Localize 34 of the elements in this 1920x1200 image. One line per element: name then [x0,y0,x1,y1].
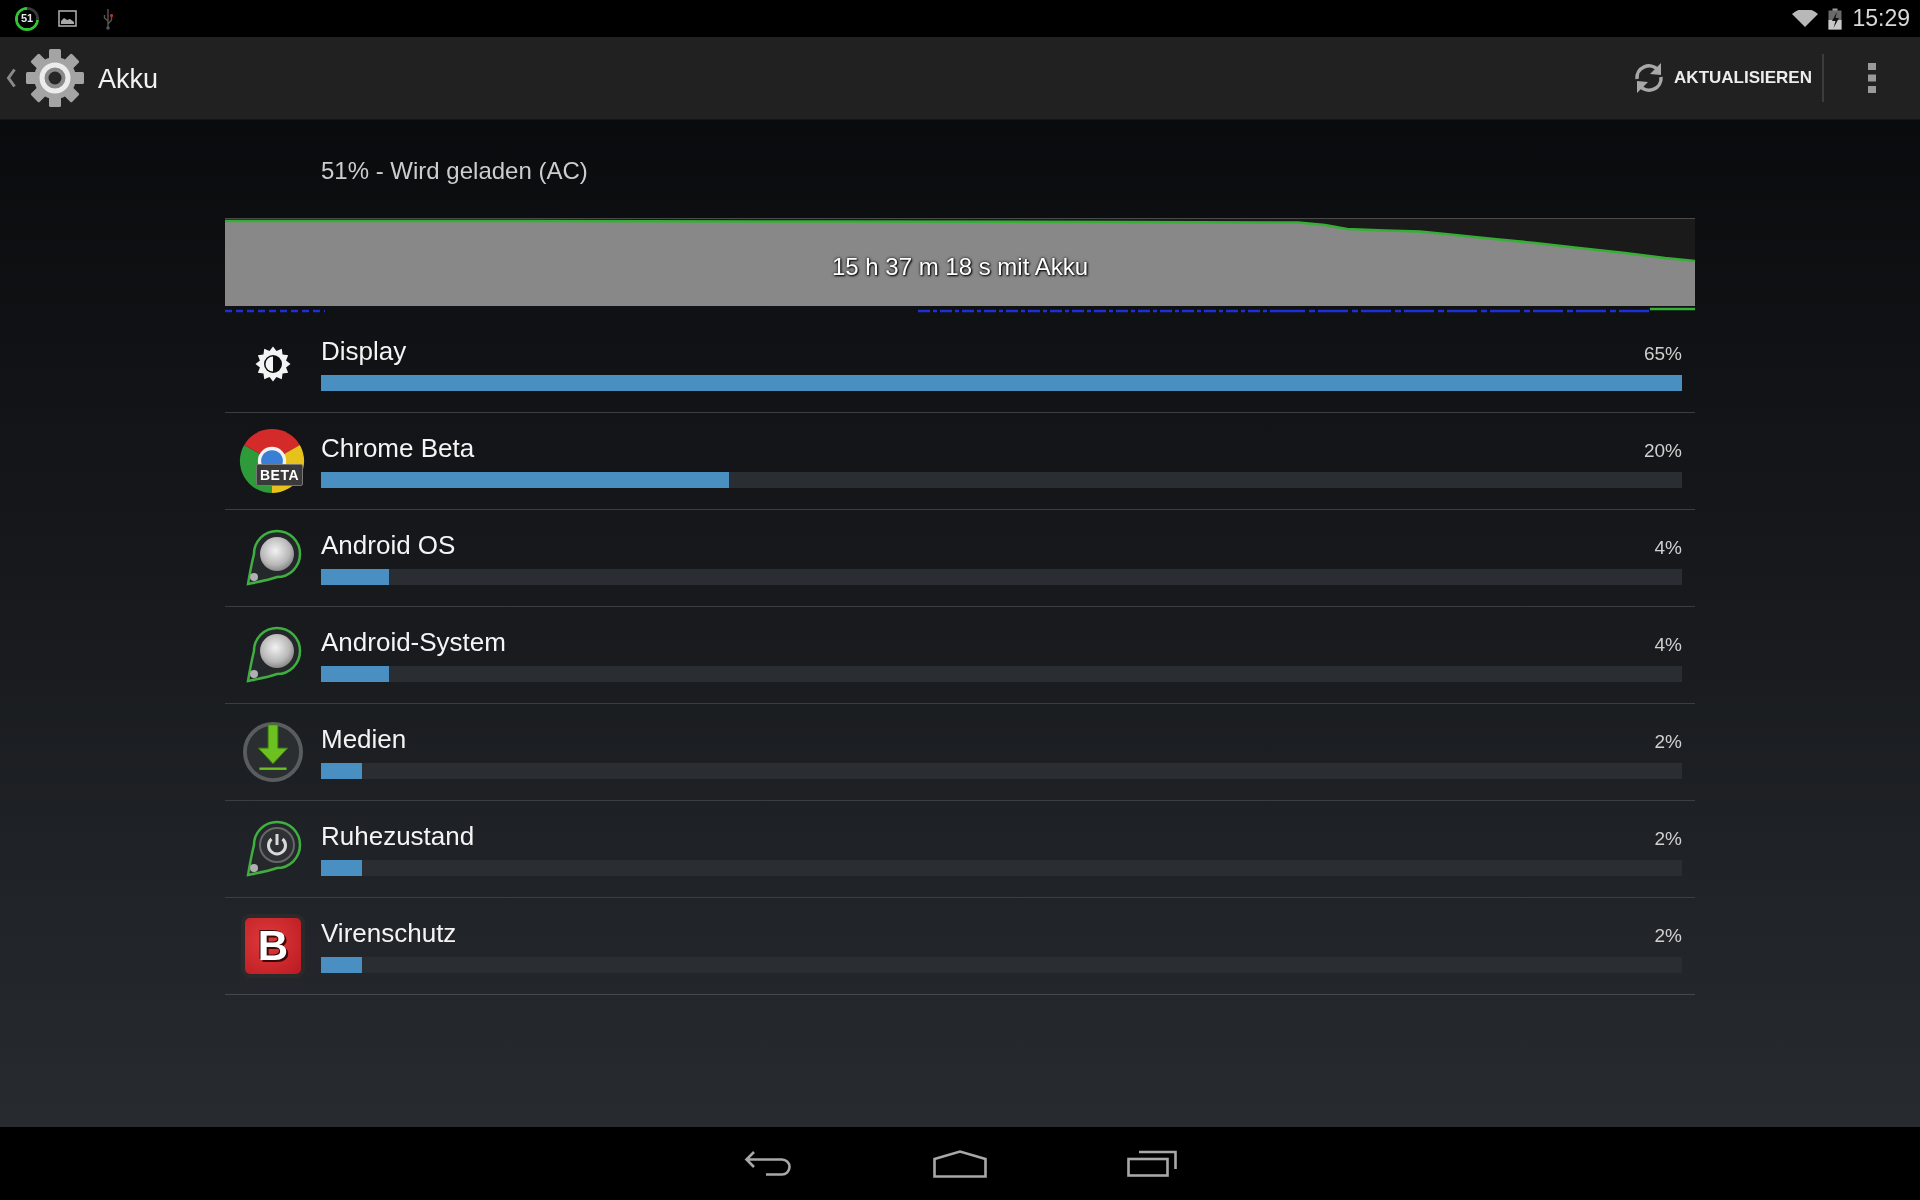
download-icon [242,721,304,783]
app-name: Android OS [321,529,456,561]
usage-percent: 2% [1654,924,1682,948]
usb-icon [103,7,113,30]
charging-status: 51% - Wird geladen (AC) [321,155,588,185]
app-name: Android-System [321,626,506,658]
usage-percent: 65% [1643,342,1682,366]
usage-percent: 2% [1654,827,1682,851]
wifi-icon [1791,9,1820,28]
battery-percent-badge: 51 [15,6,39,31]
app-logo: B [241,914,305,978]
usage-percent: 4% [1654,633,1682,657]
brightness-icon [255,346,291,382]
more-options-icon [1868,63,1876,93]
app-name: Medien [321,723,407,755]
app-name: Ruhezustand [321,820,475,852]
app-name: Display [321,335,407,367]
battery-charging-icon [1828,7,1843,30]
gear-icon [24,47,86,109]
usage-percent: 20% [1643,439,1682,463]
usage-percent: 2% [1654,730,1682,754]
beta-tag: BETA [256,464,304,486]
back-icon [744,1150,792,1177]
graph-caption: 15 h 37 m 18 s mit Akku [831,253,1089,281]
recent-apps-icon [1127,1150,1177,1177]
app-name: Chrome Beta [321,432,475,464]
picture-icon [58,10,77,27]
clock-time: 15:29 [1852,5,1910,32]
screen-title: Akku [98,63,159,95]
home-icon [933,1149,987,1178]
app-name: Virenschutz [321,917,457,949]
refresh-button[interactable]: AKTUALISIEREN [1632,61,1822,95]
usage-percent: 4% [1654,536,1682,560]
caret-icon [6,68,16,88]
